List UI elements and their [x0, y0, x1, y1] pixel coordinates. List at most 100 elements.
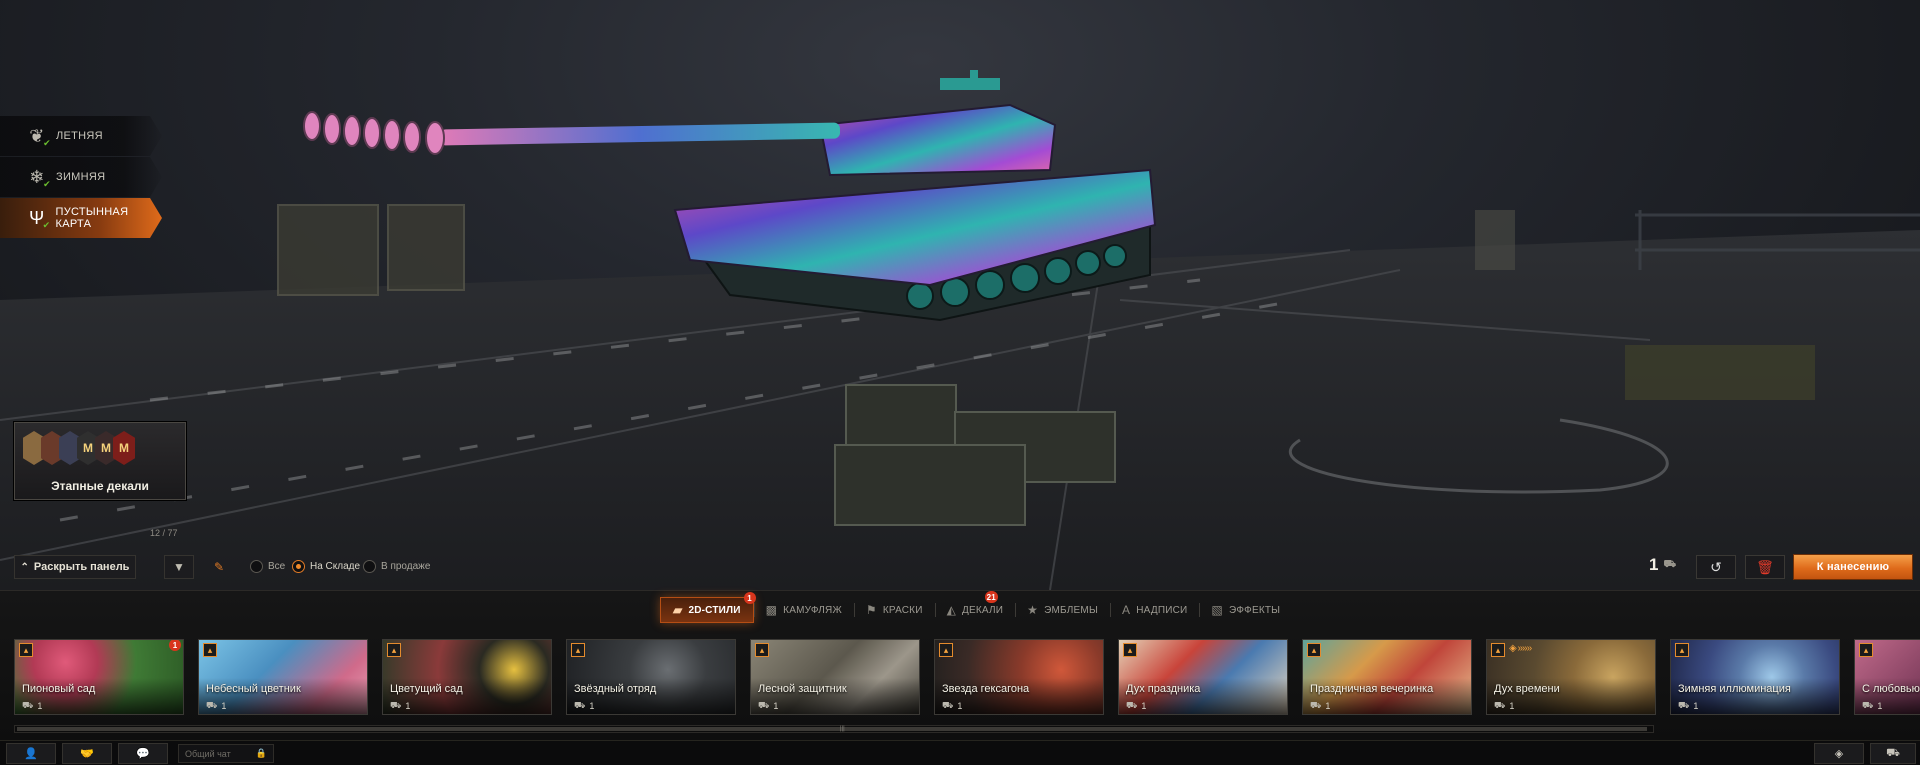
style-card[interactable]: ▴ ◈ »»» Дух времени ⛟ 1: [1486, 639, 1656, 715]
tank-icon: ⛟: [390, 700, 402, 710]
tank-icon: ⛟: [1126, 700, 1138, 710]
style-qty: ⛟ 1: [942, 700, 962, 712]
lock-icon: 🔒: [255, 748, 267, 758]
qty-value: 1: [221, 701, 227, 711]
clan-button[interactable]: ◈: [1814, 743, 1864, 764]
tab-label: ЭМБЛЕМЫ: [1044, 604, 1099, 616]
style-name: Звёздный отряд: [574, 683, 657, 695]
tab-badge: 21: [984, 591, 998, 603]
tab-emblems[interactable]: ★ ЭМБЛЕМЫ: [1015, 597, 1110, 623]
tab-camouflage[interactable]: ▩ КАМУФЛЯЖ: [753, 597, 854, 623]
season-desert[interactable]: Ψ ✔ ПУСТЫННАЯ КАРТА: [0, 198, 162, 238]
undo-button[interactable]: ↺: [1696, 555, 1736, 579]
style-card[interactable]: ▴ Праздничная вечеринка ⛟ 1: [1302, 639, 1472, 715]
tab-inscriptions[interactable]: A НАДПИСИ: [1110, 597, 1199, 623]
style-card[interactable]: ▴ Звёздный отряд ⛟ 1: [566, 639, 736, 715]
tab-paints[interactable]: ⚑ КРАСКИ: [853, 597, 935, 623]
user-icon: 👤: [24, 748, 38, 760]
style-qty: ⛟ 1: [390, 700, 410, 712]
apply-button[interactable]: К нанесению: [1793, 554, 1913, 580]
vehicle-button[interactable]: ⛟: [1870, 743, 1916, 764]
style-name: Зимняя иллюминация: [1678, 683, 1791, 695]
style-card[interactable]: ▴ Зимняя иллюминация ⛟ 1: [1670, 639, 1840, 715]
radio-dot: [363, 560, 376, 573]
style-type-icon: ▴: [1859, 643, 1873, 657]
tank-icon: ⛟: [1494, 700, 1506, 710]
style-card[interactable]: ▴ Дух праздника ⛟ 1: [1118, 639, 1288, 715]
style-name: Дух праздника: [1126, 683, 1201, 695]
tab-label: ЭФФЕКТЫ: [1228, 604, 1281, 616]
style-qty: ⛟ 1: [1862, 700, 1882, 712]
tank-icon: ⛟: [1886, 746, 1900, 759]
style-type-icon: ▴: [203, 643, 217, 657]
qty-value: 1: [773, 701, 779, 711]
stage-decals-card[interactable]: M M M Этапные декали: [14, 422, 186, 500]
style-name: Звезда гексагона: [942, 683, 1030, 695]
check-icon: ✔: [43, 179, 51, 189]
paint-icon: ⚑: [865, 603, 877, 617]
diamond-icon: ◈: [1834, 748, 1844, 760]
expand-panel-button[interactable]: ⌃ Раскрыть панель: [14, 555, 136, 579]
season-summer[interactable]: ❦ ✔ ЛЕТНЯЯ: [0, 116, 162, 156]
snowflake-icon: ❄ ✔: [29, 166, 51, 190]
radio-all[interactable]: Все: [250, 560, 285, 573]
radio-label: В продаже: [381, 561, 431, 572]
style-qty: ⛟ 1: [206, 700, 226, 712]
profile-button[interactable]: 👤: [6, 743, 56, 764]
season-winter[interactable]: ❄ ✔ ЗИМНЯЯ: [0, 157, 162, 197]
style-type-icon: ▴: [387, 643, 401, 657]
camo-icon: ▩: [765, 603, 778, 617]
radio-in-stock[interactable]: На Складе: [292, 560, 360, 573]
style-qty: ⛟ 1: [1678, 700, 1698, 712]
stage-decals-label: Этапные декали: [51, 479, 149, 493]
style-card[interactable]: ▴ Звезда гексагона ⛟ 1: [934, 639, 1104, 715]
carousel-scrollbar[interactable]: |||: [14, 725, 1654, 733]
tank-icon: ⛟: [206, 700, 218, 710]
stage-decal-badges: M M M: [23, 431, 135, 465]
bottom-taskbar: 👤 🤝 💬 Общий чат 🔒 ◈ ⛟: [0, 740, 1920, 765]
style-type-icon: ▴: [1491, 643, 1505, 657]
chevron-up-icon: ⌃: [20, 561, 29, 573]
tank-icon: ⛟: [1862, 700, 1874, 710]
filter-bar: ⌃ Раскрыть панель ▼ ✎ Все На Складе В пр…: [0, 555, 1920, 581]
items-counter: 12 / 77: [150, 528, 178, 538]
messages-button[interactable]: 💬: [118, 743, 168, 764]
qty-value: 1: [1877, 701, 1883, 711]
tank-icon: ⛟: [22, 700, 34, 710]
effects-icon: ▧: [1211, 603, 1223, 617]
radio-dot: [292, 560, 305, 573]
style-card[interactable]: ▴ Лесной защитник ⛟ 1: [750, 639, 920, 715]
friends-button[interactable]: 🤝: [62, 743, 112, 764]
brush-icon: ▰: [673, 603, 683, 617]
season-label: ПУСТЫННАЯ КАРТА: [55, 206, 129, 230]
style-card[interactable]: ▴ Цветущий сад ⛟ 1: [382, 639, 552, 715]
scrollbar-thumb[interactable]: [17, 727, 1647, 731]
style-name: Цветущий сад: [390, 683, 463, 695]
tank-icon: ⛟: [1310, 700, 1322, 710]
leaf-icon: ❦ ✔: [29, 125, 51, 149]
tab-decals[interactable]: ◭ ДЕКАЛИ 21: [934, 591, 1016, 623]
chat-icon: 💬: [136, 748, 150, 760]
delete-button[interactable]: 🗑: [1745, 555, 1785, 579]
tab-effects[interactable]: ▧ ЭФФЕКТЫ: [1199, 597, 1292, 623]
style-name: С любовью: [1862, 683, 1920, 695]
applied-count-value: 1: [1649, 555, 1659, 574]
qty-value: 1: [957, 701, 963, 711]
qty-value: 1: [589, 701, 595, 711]
filter-icon[interactable]: ▼: [164, 555, 194, 579]
style-qty: ⛟ 1: [758, 700, 778, 712]
radio-on-sale[interactable]: В продаже: [363, 560, 430, 573]
tab-label: 2D-СТИЛИ: [688, 604, 741, 616]
season-selector: ❦ ✔ ЛЕТНЯЯ ❄ ✔ ЗИМНЯЯ Ψ ✔ ПУСТЫННАЯ КАРТА: [0, 116, 200, 239]
style-card[interactable]: ▴ Небесный цветник ⛟ 1: [198, 639, 368, 715]
radio-label: На Складе: [310, 561, 361, 572]
common-chat-input[interactable]: Общий чат 🔒: [178, 744, 274, 763]
tank-icon: ⛟: [1663, 558, 1677, 570]
category-tabs: ▰ 2D-СТИЛИ 1 ▩ КАМУФЛЯЖ ⚑ КРАСКИ ◭ ДЕКАЛ…: [660, 591, 1292, 625]
style-card[interactable]: ▴ С любовью ⛟ 1: [1854, 639, 1920, 715]
season-label: ЗИМНЯЯ: [56, 171, 106, 183]
style-card[interactable]: ▴ 1 Пионовый сад ⛟ 1: [14, 639, 184, 715]
tab-2d-styles[interactable]: ▰ 2D-СТИЛИ 1: [660, 592, 756, 623]
style-type-icon: ▴: [1123, 643, 1137, 657]
brush-filter-icon[interactable]: ✎: [204, 555, 234, 579]
